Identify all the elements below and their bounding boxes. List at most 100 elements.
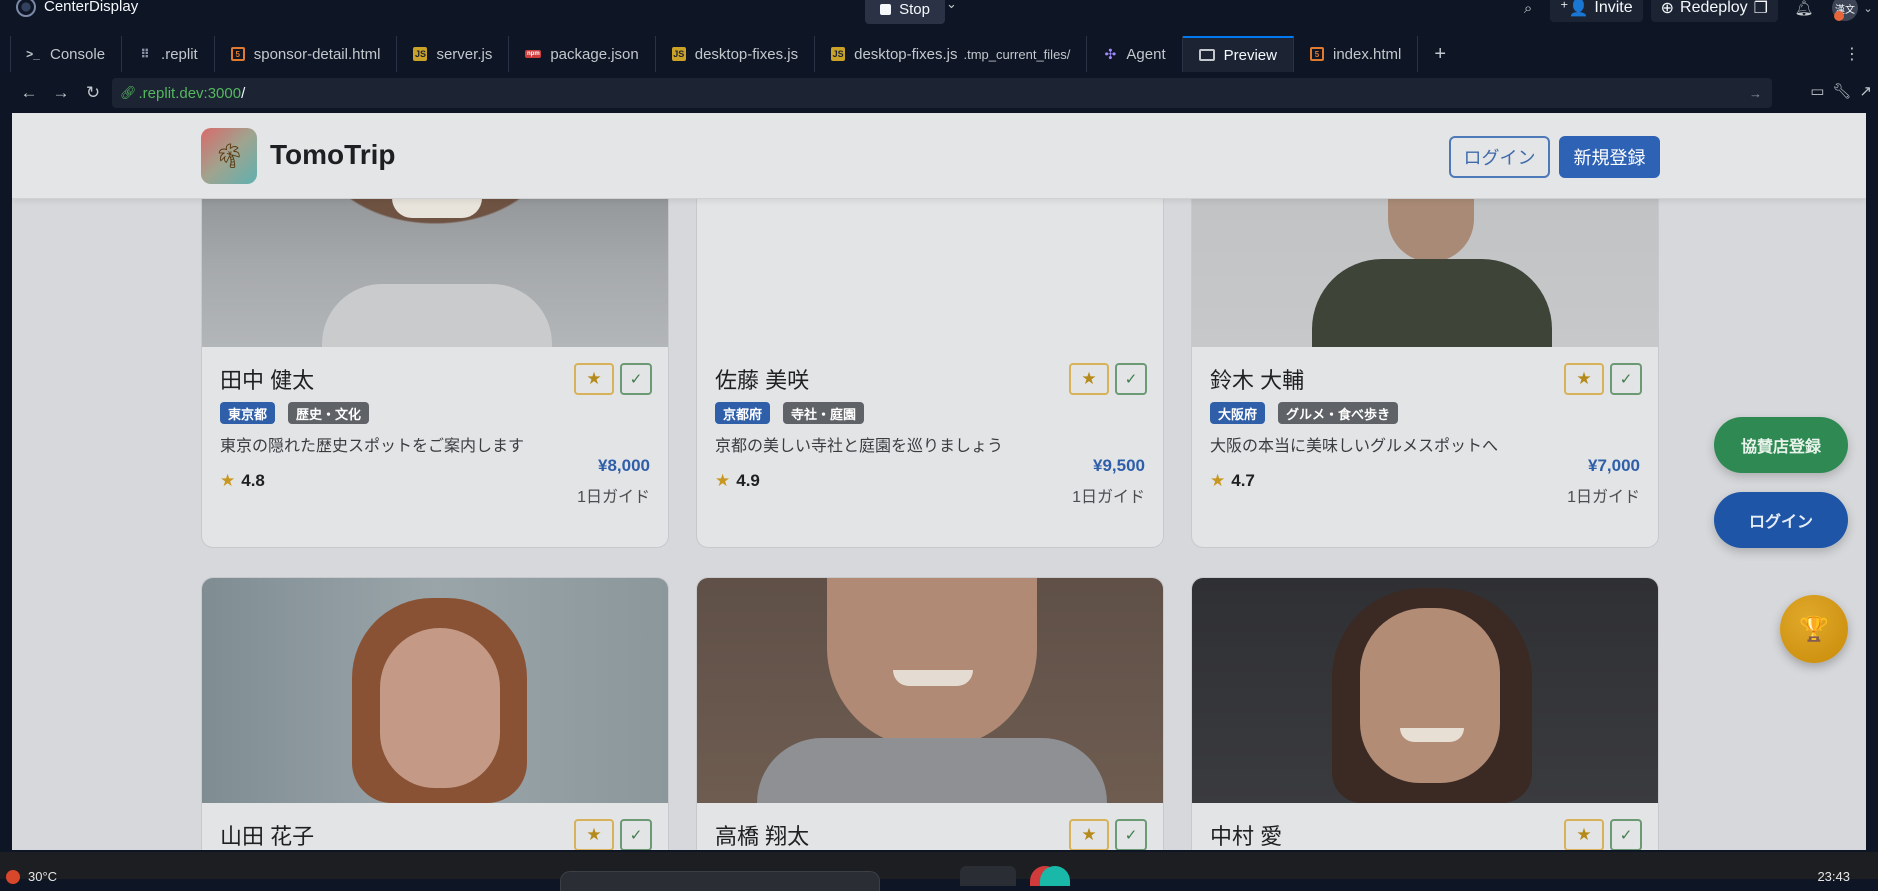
tab-package-json[interactable]: npm package.json bbox=[509, 36, 656, 72]
stop-label: Stop bbox=[899, 0, 930, 18]
account-chevron-icon[interactable]: ⌄ bbox=[1858, 0, 1878, 22]
guide-photo-face bbox=[380, 628, 500, 788]
avatar[interactable]: 漢文 bbox=[1832, 0, 1858, 21]
topic-badge: グルメ・食べ歩き bbox=[1278, 402, 1399, 424]
tab-label: Console bbox=[50, 45, 106, 63]
terminal-icon: >_ bbox=[26, 47, 40, 61]
tab-index-html[interactable]: 5 index.html bbox=[1294, 36, 1419, 72]
guide-name: 中村 愛 bbox=[1210, 824, 1283, 849]
topic-badge: 寺社・庭園 bbox=[783, 402, 865, 424]
url-host: .replit.dev:3000 bbox=[138, 84, 242, 102]
weather-sun-icon bbox=[6, 869, 20, 884]
tab-server-js[interactable]: JS server.js bbox=[397, 36, 510, 72]
more-vertical-icon[interactable]: ⋮ bbox=[1844, 44, 1860, 64]
guide-card[interactable]: 佐藤 美咲 ★ ✓ 京都府 寺社・庭園 京都の美しい寺社と庭園を巡りましょう ★… bbox=[696, 153, 1164, 548]
preview-frame: 🌴︎ TomoTrip ログイン 新規登録 田中 健太 ★ ✓ 東京都 歴史・文… bbox=[12, 113, 1866, 850]
guide-description: 東京の隠れた歴史スポットをご案内します bbox=[220, 438, 525, 455]
weather-temp: 30°C bbox=[28, 869, 58, 884]
top-app-bar: CenterDisplay Stop ⌄ ⌕ ⁺👤 Invite ⊕ Redep… bbox=[0, 0, 1878, 24]
replit-logo-icon[interactable] bbox=[16, 0, 36, 17]
bookmark-check-button[interactable]: ✓ bbox=[620, 819, 652, 850]
bookmark-check-button[interactable]: ✓ bbox=[620, 363, 652, 395]
guide-rating: ★ 4.8 bbox=[220, 471, 265, 491]
favorite-star-button[interactable]: ★ bbox=[574, 819, 614, 850]
favorite-star-button[interactable]: ★ bbox=[1564, 363, 1604, 395]
sponsor-register-button[interactable]: 協賛店登録 bbox=[1714, 417, 1848, 473]
go-arrow-icon[interactable]: → bbox=[1749, 86, 1762, 101]
taskbar-search[interactable] bbox=[560, 871, 880, 891]
stop-button[interactable]: Stop bbox=[865, 0, 945, 24]
devtools-wrench-icon[interactable]: 🔧︎ bbox=[1832, 82, 1851, 100]
guide-card[interactable]: 田中 健太 ★ ✓ 東京都 歴史・文化 東京の隠れた歴史スポットをご案内します … bbox=[201, 153, 669, 548]
guide-card[interactable]: 中村 愛 ★ ✓ bbox=[1191, 577, 1659, 850]
taskbar-app-icon[interactable] bbox=[1040, 866, 1070, 886]
bookmark-check-button[interactable]: ✓ bbox=[1115, 819, 1147, 850]
favorite-star-button[interactable]: ★ bbox=[1564, 819, 1604, 850]
tab-replit[interactable]: ⠿ .replit bbox=[122, 36, 215, 72]
guide-photo-shirt bbox=[322, 284, 552, 347]
open-external-icon[interactable]: ↗ bbox=[1859, 82, 1872, 100]
site-header: 🌴︎ TomoTrip ログイン 新規登録 bbox=[12, 113, 1866, 199]
guide-duration: 1日ガイド bbox=[1567, 489, 1640, 506]
star-icon: ★ bbox=[1081, 825, 1097, 844]
tab-label: index.html bbox=[1332, 45, 1402, 63]
reload-icon[interactable]: ↻ bbox=[78, 78, 108, 108]
favorite-star-button[interactable]: ★ bbox=[574, 363, 614, 395]
star-icon: ★ bbox=[586, 825, 602, 844]
brand-name[interactable]: TomoTrip bbox=[270, 139, 395, 171]
add-user-icon: ⁺👤 bbox=[1560, 0, 1589, 17]
favorite-star-button[interactable]: ★ bbox=[1069, 819, 1109, 850]
copy-icon: ❐ bbox=[1753, 0, 1768, 17]
search-icon[interactable]: ⌕ bbox=[1514, 0, 1542, 22]
guide-card[interactable]: 鈴木 大輔 ★ ✓ 大阪府 グルメ・食べ歩き 大阪の本当に美味しいグルメスポット… bbox=[1191, 153, 1659, 548]
tomotrip-logo-icon[interactable]: 🌴︎ bbox=[201, 128, 257, 184]
trophy-icon[interactable]: 🏆 bbox=[1780, 595, 1848, 663]
new-tab-plus-icon[interactable]: + bbox=[1434, 43, 1446, 66]
back-arrow-icon[interactable]: ← bbox=[14, 78, 44, 108]
header-login-button[interactable]: ログイン bbox=[1449, 136, 1550, 178]
tab-sponsor-detail[interactable]: 5 sponsor-detail.html bbox=[215, 36, 398, 72]
avatar-status-dot bbox=[1834, 11, 1844, 21]
guide-description: 大阪の本当に美味しいグルメスポットへ bbox=[1210, 438, 1499, 455]
guide-photo-face bbox=[1360, 608, 1500, 783]
rating-star-icon: ★ bbox=[715, 471, 731, 490]
bookmark-check-button[interactable]: ✓ bbox=[1610, 363, 1642, 395]
header-signup-button[interactable]: 新規登録 bbox=[1559, 136, 1660, 178]
star-icon: ★ bbox=[1081, 369, 1097, 388]
guide-photo-smile bbox=[893, 670, 973, 686]
bookmark-check-button[interactable]: ✓ bbox=[1610, 819, 1642, 850]
weather-widget[interactable]: 30°C bbox=[6, 869, 57, 884]
taskbar-app-icon[interactable] bbox=[960, 866, 1016, 886]
bookmark-check-button[interactable]: ✓ bbox=[1115, 363, 1147, 395]
redeploy-button[interactable]: ⊕ Redeploy ❐ bbox=[1650, 0, 1778, 22]
app-title[interactable]: CenterDisplay bbox=[44, 0, 138, 15]
guide-card[interactable]: 高橋 翔太 ★ ✓ bbox=[696, 577, 1164, 850]
invite-button[interactable]: ⁺👤 Invite bbox=[1550, 0, 1643, 22]
floating-login-button[interactable]: ログイン bbox=[1714, 492, 1848, 548]
devices-icon[interactable]: ▭ bbox=[1810, 82, 1824, 100]
html-file-icon: 5 bbox=[230, 47, 245, 61]
guide-name: 高橋 翔太 bbox=[715, 824, 810, 849]
url-path: / bbox=[241, 84, 246, 102]
bell-icon[interactable]: 🔔︎ bbox=[1790, 0, 1818, 22]
guide-card[interactable]: 山田 花子 ★ ✓ bbox=[201, 577, 669, 850]
deploy-icon: ⊕ bbox=[1660, 0, 1675, 17]
rating-value: 4.8 bbox=[241, 471, 265, 490]
forward-arrow-icon[interactable]: → bbox=[46, 78, 76, 108]
rating-star-icon: ★ bbox=[220, 471, 236, 490]
tab-label: sponsor-detail.html bbox=[253, 45, 381, 63]
favorite-star-button[interactable]: ★ bbox=[1069, 363, 1109, 395]
js-file-icon: JS bbox=[413, 47, 428, 61]
guide-photo bbox=[1192, 578, 1658, 803]
tab-preview[interactable]: Preview bbox=[1182, 36, 1294, 72]
run-options-chevron-icon[interactable]: ⌄ bbox=[946, 0, 957, 12]
tab-desktop-fixes[interactable]: JS desktop-fixes.js bbox=[656, 36, 816, 72]
tab-desktop-fixes-tmp[interactable]: JS desktop-fixes.js .tmp_current_files/ bbox=[815, 36, 1088, 72]
star-icon: ★ bbox=[1576, 369, 1592, 388]
tab-agent[interactable]: ✣ Agent bbox=[1087, 36, 1183, 72]
url-input[interactable]: 🔗︎ .replit.dev:3000 / → bbox=[112, 78, 1772, 108]
tab-console[interactable]: >_ Console bbox=[10, 36, 123, 72]
topic-badge: 歴史・文化 bbox=[288, 402, 370, 424]
rating-value: 4.7 bbox=[1231, 471, 1255, 490]
js-file-icon: JS bbox=[831, 47, 846, 61]
